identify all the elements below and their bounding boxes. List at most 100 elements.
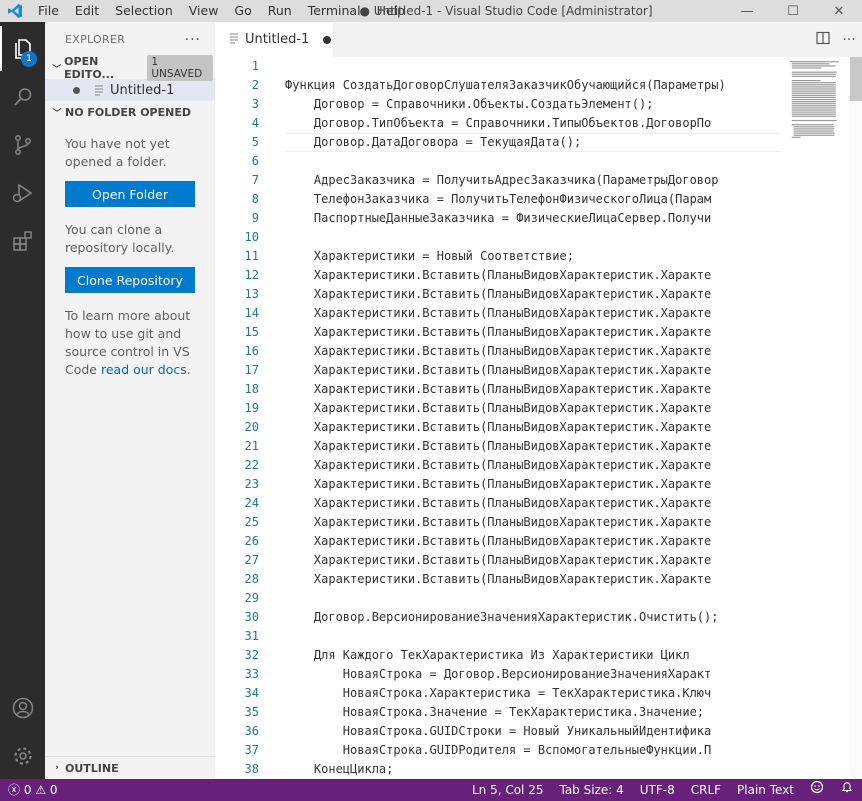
read-docs-link[interactable]: read our docs	[101, 362, 187, 377]
line-number: 16	[244, 344, 259, 358]
code-line[interactable]: Характеристики.Вставить(ПланыВидовХаракт…	[285, 266, 780, 285]
code-line[interactable]: ПаспортныеДанныеЗаказчика = ФизическиеЛи…	[285, 209, 780, 228]
minimap-line	[791, 101, 836, 103]
minimap-line	[790, 61, 839, 63]
close-button[interactable]: ✕	[816, 0, 862, 22]
code-line[interactable]: Характеристики.Вставить(ПланыВидовХаракт…	[285, 304, 780, 323]
open-folder-button[interactable]: Open Folder	[65, 181, 195, 207]
encoding[interactable]: UTF-8	[632, 779, 683, 801]
code-line[interactable]: Характеристики.Вставить(ПланыВидовХаракт…	[285, 361, 780, 380]
code-line[interactable]	[285, 589, 780, 608]
problems-indicator[interactable]: ⓧ 0 ⚠ 0	[0, 779, 66, 801]
code-line[interactable]: КонецЦикла;	[285, 760, 780, 779]
code-line[interactable]: Характеристики.Вставить(ПланыВидовХаракт…	[285, 551, 780, 570]
line-number: 17	[244, 363, 259, 377]
code-line[interactable]: Договор = Справочники.Объекты.СоздатьЭле…	[285, 95, 780, 114]
account-activity-button[interactable]	[0, 685, 45, 730]
menu-terminal[interactable]: Terminal	[300, 0, 369, 22]
maximize-button[interactable]: ☐	[770, 0, 816, 22]
code-line[interactable]: Договор.ВерсионированиеЗначенияХарактери…	[285, 608, 780, 627]
menu-run[interactable]: Run	[260, 0, 300, 22]
tab-untitled-1[interactable]: Untitled-1	[215, 22, 333, 57]
line-number: 12	[244, 268, 259, 282]
code-line[interactable]: Характеристики.Вставить(ПланыВидовХаракт…	[285, 323, 780, 342]
code-line[interactable]: АдресЗаказчика = ПолучитьАдресЗаказчика(…	[285, 171, 780, 190]
cursor-position[interactable]: Ln 5, Col 25	[464, 779, 552, 801]
code-line[interactable]: Характеристики.Вставить(ПланыВидовХаракт…	[285, 399, 780, 418]
code-line[interactable]: Характеристики.Вставить(ПланыВидовХаракт…	[285, 475, 780, 494]
menu-edit[interactable]: Edit	[67, 0, 107, 22]
menu-file[interactable]: File	[30, 0, 67, 22]
line-number: 18	[244, 382, 259, 396]
menu-go[interactable]: Go	[226, 0, 259, 22]
chevron-down-icon: ﹀	[52, 64, 62, 75]
unsaved-dot-icon[interactable]	[73, 86, 80, 94]
unsaved-dot-icon[interactable]	[323, 35, 332, 44]
explorer-activity-button[interactable]: 1	[0, 26, 45, 71]
code-lines[interactable]: Функция СоздатьДоговорСлушателяЗаказчикО…	[285, 57, 780, 779]
end-of-line[interactable]: CRLF	[683, 779, 729, 801]
minimize-button[interactable]: —	[724, 0, 770, 22]
code-line[interactable]: НоваяСтрока.GUIDРодителя = Вспомогательн…	[285, 741, 780, 760]
open-editors-header[interactable]: ﹀ OPEN EDITO... 1 UNSAVED	[45, 55, 215, 81]
language-mode[interactable]: Plain Text	[729, 779, 802, 801]
code-line[interactable]: Характеристики.Вставить(ПланыВидовХаракт…	[285, 380, 780, 399]
active-indicator	[0, 26, 2, 71]
extensions-activity-button[interactable]	[0, 218, 45, 263]
code-line[interactable]: Характеристики.Вставить(ПланыВидовХаракт…	[285, 532, 780, 551]
code-line[interactable]: Договор.ТипОбъекта = Справочники.ТипыОбъ…	[285, 114, 780, 133]
code-line[interactable]: Характеристики.Вставить(ПланыВидовХаракт…	[285, 437, 780, 456]
open-editor-item[interactable]: Untitled-1	[45, 79, 215, 101]
split-editor-icon[interactable]	[810, 31, 836, 49]
code-line[interactable]	[285, 57, 780, 76]
scrollbar-thumb[interactable]	[850, 57, 862, 101]
run-debug-activity-button[interactable]	[0, 170, 45, 215]
code-line[interactable]: Договор.ДатаДоговора = ТекущаяДата();	[285, 133, 780, 152]
no-folder-header[interactable]: ﹀ NO FOLDER OPENED	[45, 101, 215, 123]
clone-repository-button[interactable]: Clone Repository	[65, 267, 195, 293]
code-line[interactable]: Характеристики.Вставить(ПланыВидовХаракт…	[285, 494, 780, 513]
notifications-icon[interactable]	[832, 779, 862, 801]
menu-view[interactable]: View	[181, 0, 227, 22]
menu-bar: File Edit Selection View Go Run Terminal Help	[30, 0, 413, 22]
code-line[interactable]: ТелефонЗаказчика = ПолучитьТелефонФизиче…	[285, 190, 780, 209]
code-line[interactable]: Функция СоздатьДоговорСлушателяЗаказчикО…	[285, 76, 780, 95]
code-line[interactable]: НоваяСтрока.GUIDСтроки = Новый Уникальны…	[285, 722, 780, 741]
more-actions-icon[interactable]: ···	[836, 32, 862, 48]
menu-selection[interactable]: Selection	[107, 0, 181, 22]
search-activity-button[interactable]	[0, 74, 45, 119]
search-icon	[13, 87, 31, 106]
line-number: 3	[251, 97, 259, 111]
feedback-icon[interactable]	[802, 779, 832, 801]
chevron-down-icon: ﹀	[52, 108, 62, 119]
code-line[interactable]: Характеристики.Вставить(ПланыВидовХаракт…	[285, 285, 780, 304]
minimap-line	[791, 111, 836, 113]
tab-size[interactable]: Tab Size: 4	[551, 779, 631, 801]
code-line[interactable]: Характеристики.Вставить(ПланыВидовХаракт…	[285, 418, 780, 437]
vertical-scrollbar[interactable]	[850, 57, 862, 779]
code-line[interactable]: Характеристики.Вставить(ПланыВидовХаракт…	[285, 456, 780, 475]
more-actions-icon[interactable]: ···	[185, 32, 201, 48]
minimap-line	[791, 98, 836, 101]
code-line[interactable]: Для Каждого ТекХарактеристика Из Характе…	[285, 646, 780, 665]
code-line[interactable]	[285, 152, 780, 171]
code-line[interactable]	[285, 228, 780, 247]
code-line[interactable]: Характеристики.Вставить(ПланыВидовХаракт…	[285, 342, 780, 361]
source-control-activity-button[interactable]	[0, 122, 45, 167]
manage-activity-button[interactable]	[0, 733, 45, 778]
minimap-line	[791, 84, 836, 86]
code-line[interactable]: НоваяСтрока = Договор.ВерсионированиеЗна…	[285, 665, 780, 684]
code-line[interactable]: Характеристики.Вставить(ПланыВидовХаракт…	[285, 570, 780, 589]
account-icon	[12, 697, 33, 718]
line-number: 2	[251, 78, 259, 92]
code-editor[interactable]: 1 2 3 4 5 6 7 8 9 10 11 12 13 14 15 16 17 18 19 20 21 22 23 24 2…	[215, 57, 862, 779]
outline-header[interactable]: › OUTLINE	[45, 756, 215, 779]
code-line[interactable]: Характеристики = Новый Соответствие;	[285, 247, 780, 266]
code-line[interactable]: НоваяСтрока.Характеристика = ТекХарактер…	[285, 684, 780, 703]
code-line[interactable]: Характеристики.Вставить(ПланыВидовХаракт…	[285, 513, 780, 532]
code-line[interactable]	[285, 627, 780, 646]
line-number: 27	[244, 553, 259, 567]
menu-help[interactable]: Help	[369, 0, 414, 22]
code-line[interactable]: НоваяСтрока.Значение = ТекХарактеристика…	[285, 703, 780, 722]
minimap[interactable]	[788, 57, 848, 157]
